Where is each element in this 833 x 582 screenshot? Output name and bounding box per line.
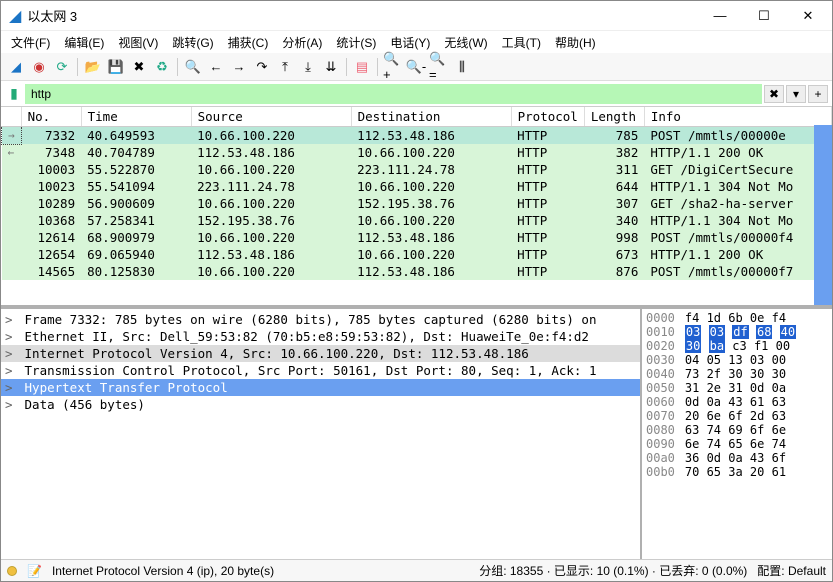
table-row[interactable]: 1028956.90060910.66.100.220152.195.38.76… [2, 195, 832, 212]
toolbar: ◢ ◉ ⟳ 📂 💾 ✖ ♻ 🔍 ← → ↷ ⤒ ⤓ ⇊ ▤ 🔍+ 🔍- 🔍= ⫼ [1, 53, 832, 81]
table-row[interactable]: 1265469.065940112.53.48.18610.66.100.220… [2, 246, 832, 263]
menu-view[interactable]: 视图(V) [112, 32, 164, 53]
hex-row[interactable]: 00a036 0d 0a 43 6f [646, 451, 828, 465]
window-title: 以太网 3 [27, 6, 698, 25]
save-icon[interactable]: 💾 [105, 56, 127, 78]
table-row[interactable]: →733240.64959310.66.100.220112.53.48.186… [2, 127, 832, 145]
menu-edit[interactable]: 编辑(E) [58, 32, 110, 53]
zoom-out-icon[interactable]: 🔍- [405, 56, 427, 78]
bottom-panes: > Frame 7332: 785 bytes on wire (6280 bi… [1, 309, 832, 559]
separator [77, 58, 78, 76]
prev-icon[interactable]: ← [205, 56, 227, 78]
col-dest[interactable]: Destination [351, 107, 511, 127]
menu-stats[interactable]: 统计(S) [330, 32, 382, 53]
packet-list-pane[interactable]: No. Time Source Destination Protocol Len… [1, 107, 832, 307]
hex-row[interactable]: 00906e 74 65 6e 74 [646, 437, 828, 451]
last-icon[interactable]: ⤓ [297, 56, 319, 78]
menu-help[interactable]: 帮助(H) [549, 32, 602, 53]
separator [177, 58, 178, 76]
titlebar: ◢ 以太网 3 — ☐ ✕ [1, 1, 832, 31]
hex-row[interactable]: 007020 6e 6f 2d 63 [646, 409, 828, 423]
separator [377, 58, 378, 76]
add-filter-icon[interactable]: + [808, 85, 828, 103]
table-row[interactable]: 1036857.258341152.195.38.7610.66.100.220… [2, 212, 832, 229]
bookmark-icon[interactable]: ▮ [5, 85, 23, 103]
open-icon[interactable]: 📂 [82, 56, 104, 78]
reload-icon[interactable]: ♻ [151, 56, 173, 78]
menu-tools[interactable]: 工具(T) [496, 32, 547, 53]
colorize-icon[interactable]: ▤ [351, 56, 373, 78]
packet-details-pane[interactable]: > Frame 7332: 785 bytes on wire (6280 bi… [1, 309, 642, 559]
status-left: Internet Protocol Version 4 (ip), 20 byt… [52, 564, 469, 578]
next-icon[interactable]: → [228, 56, 250, 78]
table-row[interactable]: ←734840.704789112.53.48.18610.66.100.220… [2, 144, 832, 161]
tree-node[interactable]: > Data (456 bytes) [1, 396, 640, 413]
zoom-in-icon[interactable]: 🔍+ [382, 56, 404, 78]
table-row[interactable]: 1000355.52287010.66.100.220223.111.24.78… [2, 161, 832, 178]
col-no[interactable]: No. [21, 107, 81, 127]
menu-analyze[interactable]: 分析(A) [276, 32, 328, 53]
tree-node[interactable]: > Ethernet II, Src: Dell_59:53:82 (70:b5… [1, 328, 640, 345]
col-len[interactable]: Length [584, 107, 644, 127]
separator [346, 58, 347, 76]
display-filter-input[interactable] [25, 84, 762, 104]
tree-node[interactable]: > Frame 7332: 785 bytes on wire (6280 bi… [1, 311, 640, 328]
filter-bar: ▮ ✖ ▾ + [1, 81, 832, 107]
restart-capture-icon[interactable]: ⟳ [51, 56, 73, 78]
statusbar: 📝 Internet Protocol Version 4 (ip), 20 b… [1, 559, 832, 581]
filter-history-icon[interactable]: ▾ [786, 85, 806, 103]
start-capture-icon[interactable]: ◢ [5, 56, 27, 78]
resize-cols-icon[interactable]: ⫼ [451, 56, 473, 78]
zoom-reset-icon[interactable]: 🔍= [428, 56, 450, 78]
hex-row[interactable]: 002030 ba c3 f1 00 [646, 339, 828, 353]
hex-row[interactable]: 005031 2e 31 0d 0a [646, 381, 828, 395]
minimize-button[interactable]: — [698, 2, 742, 30]
autoscroll-icon[interactable]: ⇊ [320, 56, 342, 78]
close-button[interactable]: ✕ [786, 2, 830, 30]
status-right: 配置: Default [757, 562, 826, 579]
hex-row[interactable]: 00600d 0a 43 61 63 [646, 395, 828, 409]
menu-telephony[interactable]: 电话(Y) [384, 32, 436, 53]
menu-capture[interactable]: 捕获(C) [222, 32, 275, 53]
menu-file[interactable]: 文件(F) [5, 32, 56, 53]
tree-node[interactable]: > Transmission Control Protocol, Src Por… [1, 362, 640, 379]
table-header[interactable]: No. Time Source Destination Protocol Len… [2, 107, 832, 127]
hex-row[interactable]: 0000f4 1d 6b 0e f4 [646, 311, 828, 325]
packet-bytes-pane[interactable]: 0000f4 1d 6b 0e f4001003 03 df 68 400020… [642, 309, 832, 559]
col-time[interactable]: Time [81, 107, 191, 127]
menubar: 文件(F) 编辑(E) 视图(V) 跳转(G) 捕获(C) 分析(A) 统计(S… [1, 31, 832, 53]
status-mid: 分组: 18355 · 已显示: 10 (0.1%) · 已丢弃: 0 (0.0… [479, 562, 747, 579]
tree-node[interactable]: > Internet Protocol Version 4, Src: 10.6… [1, 345, 640, 362]
packet-table: No. Time Source Destination Protocol Len… [1, 107, 832, 280]
app-icon: ◢ [9, 6, 21, 26]
clear-filter-icon[interactable]: ✖ [764, 85, 784, 103]
menu-wireless[interactable]: 无线(W) [438, 32, 493, 53]
scrollbar-indicator[interactable] [814, 125, 832, 305]
col-proto[interactable]: Protocol [511, 107, 584, 127]
expert-info-icon[interactable] [7, 566, 17, 576]
hex-row[interactable]: 008063 74 69 6f 6e [646, 423, 828, 437]
table-row[interactable]: 1002355.541094223.111.24.7810.66.100.220… [2, 178, 832, 195]
find-icon[interactable]: 🔍 [182, 56, 204, 78]
maximize-button[interactable]: ☐ [742, 2, 786, 30]
tree-node[interactable]: > Hypertext Transfer Protocol [1, 379, 640, 396]
hex-row[interactable]: 00b070 65 3a 20 61 [646, 465, 828, 479]
hex-row[interactable]: 004073 2f 30 30 30 [646, 367, 828, 381]
col-info[interactable]: Info [644, 107, 831, 127]
menu-goto[interactable]: 跳转(G) [166, 32, 219, 53]
stop-capture-icon[interactable]: ◉ [28, 56, 50, 78]
status-notepad-icon[interactable]: 📝 [27, 564, 42, 578]
first-icon[interactable]: ⤒ [274, 56, 296, 78]
hex-row[interactable]: 003004 05 13 03 00 [646, 353, 828, 367]
close-file-icon[interactable]: ✖ [128, 56, 150, 78]
app-window: ◢ 以太网 3 — ☐ ✕ 文件(F) 编辑(E) 视图(V) 跳转(G) 捕获… [0, 0, 833, 582]
jump-icon[interactable]: ↷ [251, 56, 273, 78]
hex-row[interactable]: 001003 03 df 68 40 [646, 325, 828, 339]
col-source[interactable]: Source [191, 107, 351, 127]
table-row[interactable]: 1261468.90097910.66.100.220112.53.48.186… [2, 229, 832, 246]
table-row[interactable]: 1456580.12583010.66.100.220112.53.48.186… [2, 263, 832, 280]
